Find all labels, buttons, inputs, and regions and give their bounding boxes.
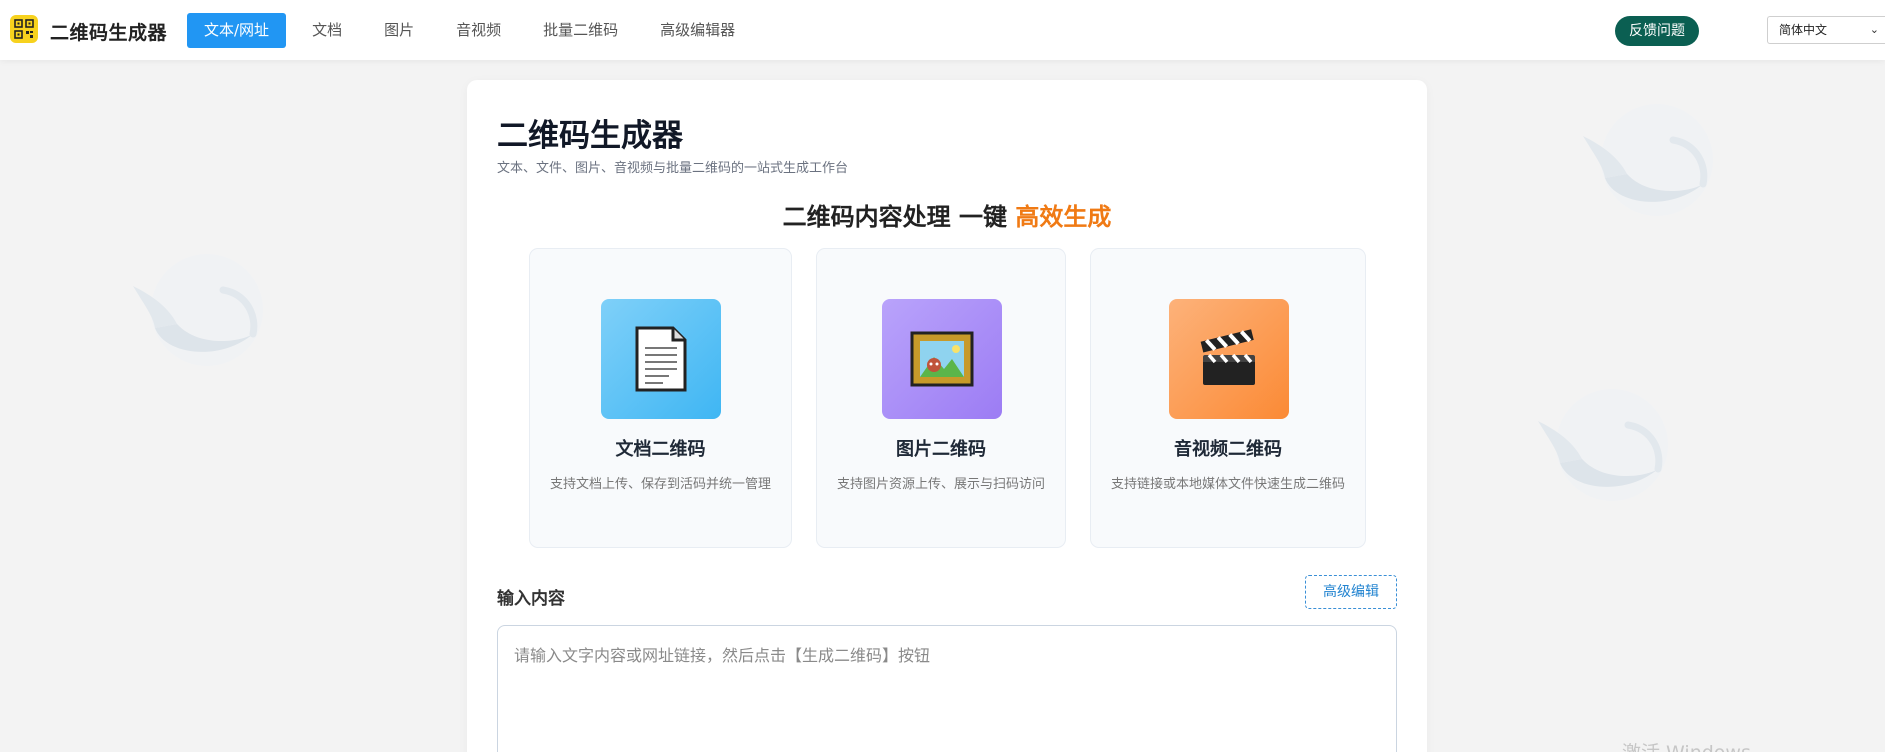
language-select-value: 简体中文 xyxy=(1779,23,1828,37)
tab-text-url[interactable]: 文本/网址 xyxy=(187,13,287,48)
feature-desc: 支持链接或本地媒体文件快速生成二维码 xyxy=(1110,477,1345,492)
feature-desc: 支持文档上传、保存到活码并统一管理 xyxy=(549,477,771,492)
tab-document[interactable]: 文档 xyxy=(296,13,358,48)
feature-card-document[interactable]: 文档二维码 支持文档上传、保存到活码并统一管理 xyxy=(529,248,792,548)
content-input[interactable] xyxy=(497,625,1397,752)
feature-card-image[interactable]: 图片二维码 支持图片资源上传、展示与扫码访问 xyxy=(816,248,1066,548)
whale-watermark-bottom-right xyxy=(1538,389,1668,501)
feature-card-media[interactable]: 音视频二维码 支持链接或本地媒体文件快速生成二维码 xyxy=(1090,248,1366,548)
main-card: 二维码生成器 文本、文件、图片、音视频与批量二维码的一站式生成工作台 二维码内容… xyxy=(467,80,1427,752)
windows-activation-watermark: 激活 Windows xyxy=(1622,738,1751,752)
hero-heading: 二维码内容处理 一键 高效生成 xyxy=(467,197,1427,232)
feature-desc: 支持图片资源上传、展示与扫码访问 xyxy=(836,477,1045,492)
tab-image[interactable]: 图片 xyxy=(368,13,430,48)
qr-logo-icon[interactable] xyxy=(10,15,38,43)
hero-accent-text: 高效生成 xyxy=(1015,203,1112,231)
brand-name[interactable]: 二维码生成器 xyxy=(50,18,167,45)
hero-text: 二维码内容处理 一键 xyxy=(782,203,1016,231)
whale-watermark-top-right xyxy=(1583,104,1713,216)
advanced-edit-button[interactable]: 高级编辑 xyxy=(1305,575,1397,609)
chevron-down-icon: ⌄ xyxy=(1869,23,1879,36)
tab-audio-video[interactable]: 音视频 xyxy=(440,13,517,48)
clapperboard-icon xyxy=(1169,299,1289,419)
feature-name: 音视频二维码 xyxy=(1174,439,1282,460)
page-subtitle: 文本、文件、图片、音视频与批量二维码的一站式生成工作台 xyxy=(497,161,849,176)
feature-name: 图片二维码 xyxy=(896,439,986,460)
top-navbar: 二维码生成器 文本/网址 文档 图片 音视频 批量二维码 高级编辑器 反馈问题 … xyxy=(0,0,1885,60)
document-icon xyxy=(601,299,721,419)
tab-advanced-editor[interactable]: 高级编辑器 xyxy=(644,13,751,48)
input-label: 输入内容 xyxy=(497,589,565,609)
language-select[interactable]: 简体中文 ⌄ xyxy=(1767,16,1885,44)
main-nav: 文本/网址 文档 图片 音视频 批量二维码 高级编辑器 xyxy=(187,13,761,48)
tab-batch-qr[interactable]: 批量二维码 xyxy=(527,13,634,48)
whale-watermark-left xyxy=(133,254,263,366)
page-title: 二维码生成器 xyxy=(497,118,683,154)
feedback-button[interactable]: 反馈问题 xyxy=(1615,16,1699,46)
framed-picture-icon xyxy=(882,299,1002,419)
feature-name: 文档二维码 xyxy=(615,439,706,460)
